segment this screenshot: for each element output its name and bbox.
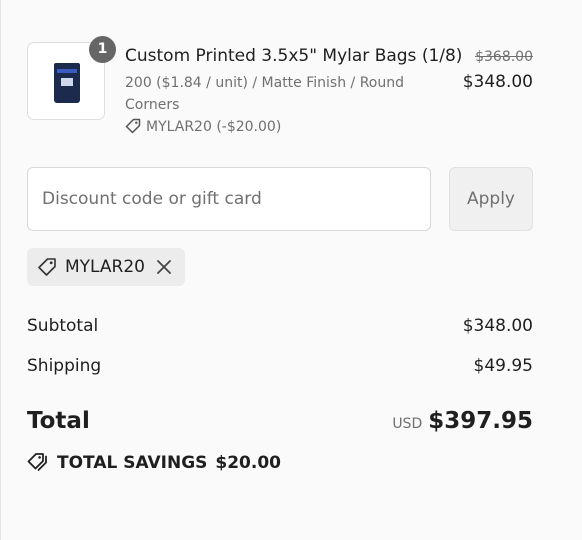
product-title: Custom Printed 3.5x5" Mylar Bags (1/8) <box>125 46 463 66</box>
shipping-row: Shipping $49.95 <box>27 356 533 376</box>
total-label: Total <box>27 408 90 434</box>
line-item: 1 Custom Printed 3.5x5" Mylar Bags (1/8)… <box>27 36 533 142</box>
total-savings: TOTAL SAVINGS $20.00 <box>27 452 281 473</box>
total-amount: USD $397.95 <box>392 408 533 434</box>
tag-icon <box>125 118 141 134</box>
currency-code: USD <box>392 416 423 432</box>
close-icon <box>157 260 171 274</box>
remove-discount-button[interactable] <box>155 258 173 276</box>
line-item-discount-label: MYLAR20 (-$20.00) <box>146 119 282 135</box>
applied-discount-code: MYLAR20 <box>65 257 145 277</box>
total-value: $397.95 <box>428 408 533 434</box>
subtotal-row: Subtotal $348.00 <box>27 316 533 336</box>
compare-at-price: $368.00 <box>475 49 533 65</box>
line-item-discount: MYLAR20 (-$20.00) <box>125 118 281 135</box>
savings-label: TOTAL SAVINGS <box>57 453 208 473</box>
mylar-bag-image <box>54 63 80 103</box>
line-item-price: $348.00 <box>462 72 533 92</box>
discount-code-input[interactable] <box>27 167 431 231</box>
tag-icon <box>38 258 56 276</box>
shipping-label: Shipping <box>27 356 102 376</box>
total-row: Total USD $397.95 <box>27 408 533 434</box>
tags-icon <box>27 453 47 471</box>
subtotal-label: Subtotal <box>27 316 99 336</box>
quantity-badge: 1 <box>89 36 116 63</box>
applied-discount-tag: MYLAR20 <box>27 248 185 286</box>
apply-button[interactable]: Apply <box>449 167 533 231</box>
subtotal-value: $348.00 <box>462 316 533 336</box>
product-variant-description: 200 ($1.84 / unit) / Matte Finish / Roun… <box>125 75 405 113</box>
shipping-value: $49.95 <box>473 356 533 376</box>
savings-value: $20.00 <box>215 453 281 473</box>
